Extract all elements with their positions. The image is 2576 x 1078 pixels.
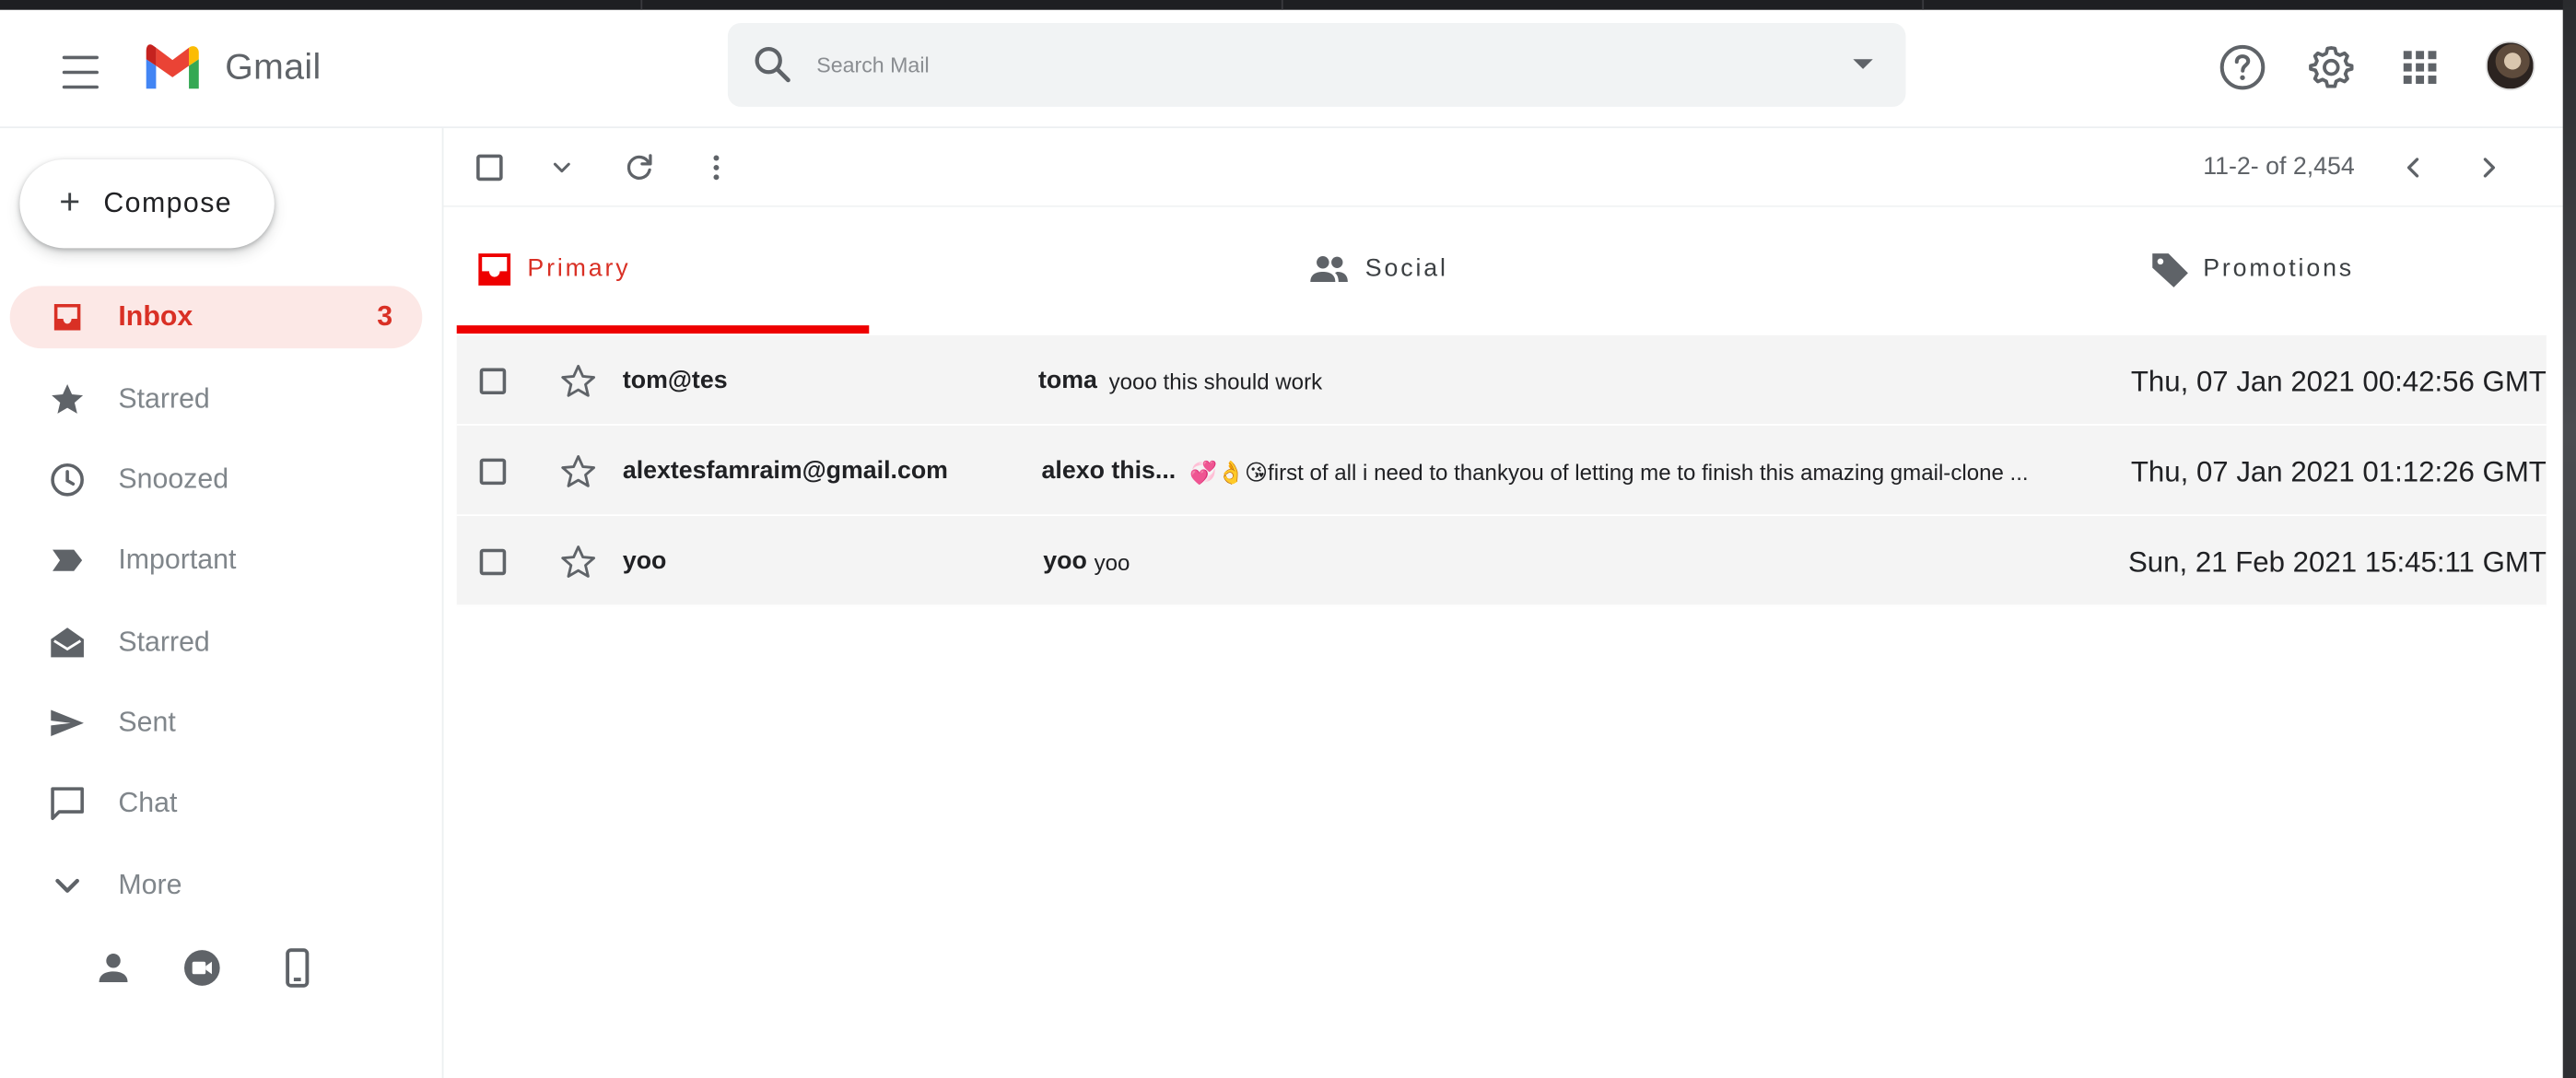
plus-icon: +	[59, 181, 81, 222]
search-options-dropdown-icon[interactable]	[1853, 59, 1873, 69]
browser-top-strip	[0, 0, 2576, 10]
tab-label: Primary	[527, 254, 631, 283]
top-header: Gmail	[0, 10, 2563, 129]
row-checkbox[interactable]	[479, 368, 507, 395]
email-list: tom@tes toma yooo this should work Thu, …	[456, 334, 2547, 607]
chat-icon	[51, 787, 84, 820]
tab-label: Promotions	[2203, 254, 2355, 283]
star-outline-icon[interactable]	[558, 361, 598, 401]
meet-video-icon[interactable]	[181, 946, 223, 989]
sidebar-item-snoozed[interactable]: Snoozed	[10, 449, 423, 511]
email-subject: toma	[1037, 366, 1097, 395]
email-sender: alextesfamraim@gmail.com	[622, 456, 948, 486]
search-bar	[727, 22, 1906, 107]
sidebar-item-more[interactable]: More	[10, 854, 423, 917]
inbox-icon	[478, 253, 511, 286]
gmail-window: Gmail +	[0, 0, 2576, 1078]
help-icon[interactable]	[2218, 42, 2266, 92]
email-snippet: yooo this should work	[1108, 369, 1323, 395]
chevron-down-icon	[55, 878, 79, 893]
compose-label: Compose	[103, 187, 233, 219]
email-date: Thu, 07 Jan 2021 01:12:26 GMT	[2130, 455, 2547, 488]
person-icon[interactable]	[92, 946, 135, 989]
label-important-icon	[53, 549, 83, 571]
tab-promotions[interactable]: Promotions	[2133, 209, 2547, 334]
unread-count-badge: 3	[377, 300, 393, 333]
sidebar-item-label: More	[118, 869, 182, 901]
phone-icon[interactable]	[276, 946, 319, 989]
select-dropdown-chevron-icon[interactable]	[545, 151, 579, 184]
send-icon	[51, 709, 84, 737]
email-subject: alexo this...	[1041, 456, 1177, 486]
account-avatar[interactable]	[2485, 41, 2535, 91]
row-checkbox[interactable]	[479, 548, 507, 576]
hamburger-bar	[62, 70, 99, 75]
main-menu-button[interactable]	[46, 40, 115, 96]
email-date: Sun, 21 Feb 2021 15:45:11 GMT	[2127, 545, 2547, 579]
category-tabs: Primary Social Promotions	[457, 209, 2547, 334]
apps-grid-icon[interactable]	[2395, 42, 2444, 92]
star-icon	[52, 383, 84, 414]
settings-gear-icon[interactable]	[2307, 42, 2356, 92]
sidebar-item-label: Important	[118, 544, 237, 576]
chevron-right-icon[interactable]	[2471, 149, 2507, 185]
hangouts-bar	[0, 946, 443, 996]
row-checkbox[interactable]	[479, 458, 507, 486]
sidebar-item-sent[interactable]: Sent	[10, 692, 423, 755]
email-row[interactable]: alextesfamraim@gmail.com alexo this... 💞…	[456, 425, 2547, 517]
compose-button[interactable]: + Compose	[19, 159, 275, 249]
tab-primary[interactable]: Primary	[457, 209, 870, 334]
refresh-icon[interactable]	[621, 149, 657, 185]
sidebar-item-chat[interactable]: Chat	[10, 772, 423, 835]
tab-social[interactable]: Social	[1294, 209, 1722, 334]
sidebar-item-label: Sent	[118, 706, 176, 738]
sidebar: + Compose Inbox 3 Starred Snoozed Import…	[0, 128, 444, 1078]
select-all-checkbox[interactable]	[476, 154, 503, 182]
sidebar-item-inbox[interactable]: Inbox 3	[9, 286, 423, 349]
tab-label: Social	[1364, 254, 1448, 283]
app-name: Gmail	[225, 45, 322, 88]
active-tab-indicator	[456, 325, 870, 334]
sidebar-item-starred[interactable]: Starred	[10, 369, 423, 431]
email-snippet: 💞👌😘first of all i need to thankyou of le…	[1189, 460, 2029, 486]
chevron-left-icon[interactable]	[2395, 149, 2431, 185]
email-date: Thu, 07 Jan 2021 00:42:56 GMT	[2130, 364, 2547, 398]
email-sender: yoo	[622, 546, 667, 576]
hamburger-bar	[62, 85, 99, 89]
gmail-logo-icon[interactable]	[141, 42, 204, 92]
sidebar-item-starred-2[interactable]: Starred	[10, 611, 423, 674]
email-snippet: yoo	[1094, 550, 1130, 576]
people-icon	[1310, 256, 1348, 283]
pagination-count: 11-2- of 2,454	[2203, 152, 2355, 182]
sidebar-item-label: Starred	[118, 382, 210, 415]
email-sender: tom@tes	[622, 366, 728, 395]
email-subject: yoo	[1043, 546, 1087, 576]
drafts-envelope-icon	[51, 627, 84, 658]
sidebar-item-important[interactable]: Important	[10, 529, 423, 592]
search-icon[interactable]	[751, 42, 793, 85]
email-row[interactable]: tom@tes toma yooo this should work Thu, …	[456, 334, 2547, 426]
sidebar-item-label: Snoozed	[118, 463, 229, 495]
sidebar-item-label: Chat	[118, 787, 178, 819]
inbox-icon	[53, 303, 81, 331]
star-outline-icon[interactable]	[558, 543, 598, 582]
clock-icon	[51, 463, 84, 497]
hamburger-bar	[62, 55, 99, 60]
sidebar-item-label: Inbox	[118, 300, 193, 333]
tag-icon	[2152, 253, 2188, 287]
more-vert-icon[interactable]	[700, 149, 733, 185]
mail-toolbar: 11-2- of 2,454	[443, 128, 2563, 207]
window-edge	[2562, 0, 2576, 1078]
star-outline-icon[interactable]	[558, 451, 598, 491]
email-row[interactable]: yoo yoo yoo Sun, 21 Feb 2021 15:45:11 GM…	[456, 516, 2547, 607]
search-input[interactable]	[816, 42, 1803, 86]
sidebar-item-label: Starred	[118, 626, 210, 658]
